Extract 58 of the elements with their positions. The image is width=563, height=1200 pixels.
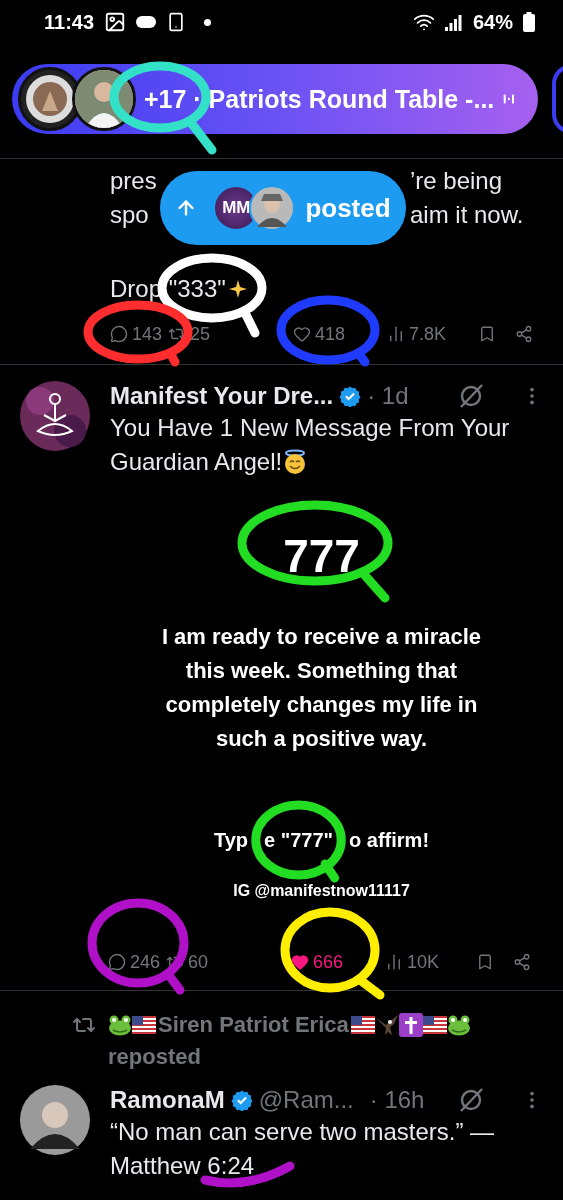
post-time: · 1d [367,381,409,411]
avatar-logo [20,381,90,451]
number-text: 777 [283,531,360,581]
flag-icon [132,1016,156,1034]
stat-count: 60 [188,951,209,974]
space-title: +17 · Patriots Round Table -... [144,84,495,114]
reposter-name[interactable]: Siren Patriot Erica [158,1009,349,1041]
author-name[interactable]: Manifest Your Dre... [110,379,334,413]
flag-icon [422,1016,447,1034]
stat-count: 10K [407,951,440,974]
author-name[interactable]: RamonaM [110,1083,225,1117]
views-icon[interactable] [387,325,405,343]
avatar [20,1085,90,1155]
heart-icon[interactable] [291,953,309,971]
stat-count: 246 [130,951,161,974]
post-text: aim it now. [410,200,524,230]
clock: 11:43 [44,10,95,34]
reply-icon[interactable] [110,325,128,343]
bookmark-icon[interactable] [476,953,494,971]
live-space-bar[interactable]: +17 · Patriots Round Table -... [12,64,538,134]
new-posts-pill[interactable]: MM posted [160,171,406,245]
image-credit: IG @manifestnow11117 [233,881,410,901]
posted-label: posted [305,192,391,225]
post-text: “No man can serve two masters.” — Matthew 6:24 [110,1117,496,1181]
stat-count: 143 [132,323,163,346]
post-text: You Have 1 New Message From Your [110,413,511,443]
gallery-icon [104,11,127,33]
reply-icon[interactable] [108,953,126,971]
slashed-circle-icon[interactable] [457,1086,485,1114]
signal-icon [444,13,463,31]
cross-icon [398,1013,423,1037]
share-icon[interactable] [513,953,531,971]
post-text: pres [110,167,157,194]
post-text: ’re being [410,166,503,196]
stat-count: 7.8K [409,323,447,346]
stat-count: 418 [315,323,346,346]
post-text: spo [110,201,149,228]
post-text: Guardian Angel! [110,447,283,477]
flag-icon [350,1016,375,1034]
image-text: Typ [213,828,249,853]
image-text: I am ready to receive a miracle this week. Something that completely changes my life in such a positive way. [160,623,483,753]
stat-count: 666 [313,951,344,974]
image-text: e "777" [264,828,334,853]
share-icon[interactable] [515,325,533,343]
post-time: · 16h [369,1085,425,1115]
image-text: o affirm! [349,828,430,853]
app-notification-icon [136,16,157,28]
frog-icon [108,1014,132,1036]
bookmark-icon[interactable] [478,325,496,343]
avatar [249,185,296,231]
dot-icon [204,18,212,26]
slashed-circle-icon[interactable] [457,382,485,410]
battery-icon [523,12,535,32]
battery-percent: 64% [472,10,513,34]
frog-icon [446,1014,471,1036]
views-icon[interactable] [385,953,403,971]
author-handle: @Ram... [258,1085,354,1115]
reposted-label: reposted [108,1043,202,1071]
